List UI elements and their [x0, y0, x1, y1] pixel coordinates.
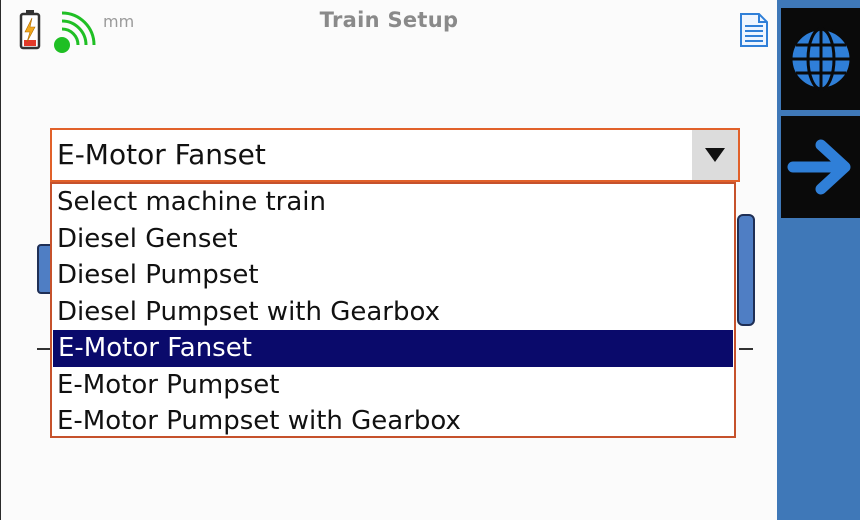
option-e-motor-pumpset[interactable]: E-Motor Pumpset: [52, 367, 734, 404]
machine-train-options-list: Select machine train Diesel Genset Diese…: [50, 182, 736, 438]
arrow-right-icon: [787, 139, 850, 195]
option-select-machine-train[interactable]: Select machine train: [52, 184, 734, 221]
status-bar: mm Train Setup: [1, 0, 777, 60]
language-button[interactable]: [781, 8, 860, 110]
dropdown-arrow-button[interactable]: [692, 130, 738, 180]
option-diesel-pumpset-gearbox[interactable]: Diesel Pumpset with Gearbox: [52, 294, 734, 331]
next-button[interactable]: [781, 116, 860, 218]
select-current-value: E-Motor Fanset: [57, 138, 266, 171]
document-icon[interactable]: [739, 12, 769, 48]
right-sidebar: [777, 0, 860, 520]
globe-icon: [789, 27, 852, 91]
shaft-line: [739, 348, 753, 350]
option-e-motor-fanset[interactable]: E-Motor Fanset: [53, 330, 733, 367]
machine-train-select[interactable]: E-Motor Fanset: [50, 128, 740, 182]
dropdown-arrow-icon: [705, 148, 725, 162]
machine-motor-block: [737, 214, 755, 326]
page-title: Train Setup: [319, 8, 459, 32]
option-e-motor-pumpset-gearbox[interactable]: E-Motor Pumpset with Gearbox: [52, 403, 734, 440]
main-screen: mm Train Setup E-Motor Fanset Select mac…: [0, 0, 777, 520]
option-diesel-pumpset[interactable]: Diesel Pumpset: [52, 257, 734, 294]
option-diesel-genset[interactable]: Diesel Genset: [52, 221, 734, 258]
